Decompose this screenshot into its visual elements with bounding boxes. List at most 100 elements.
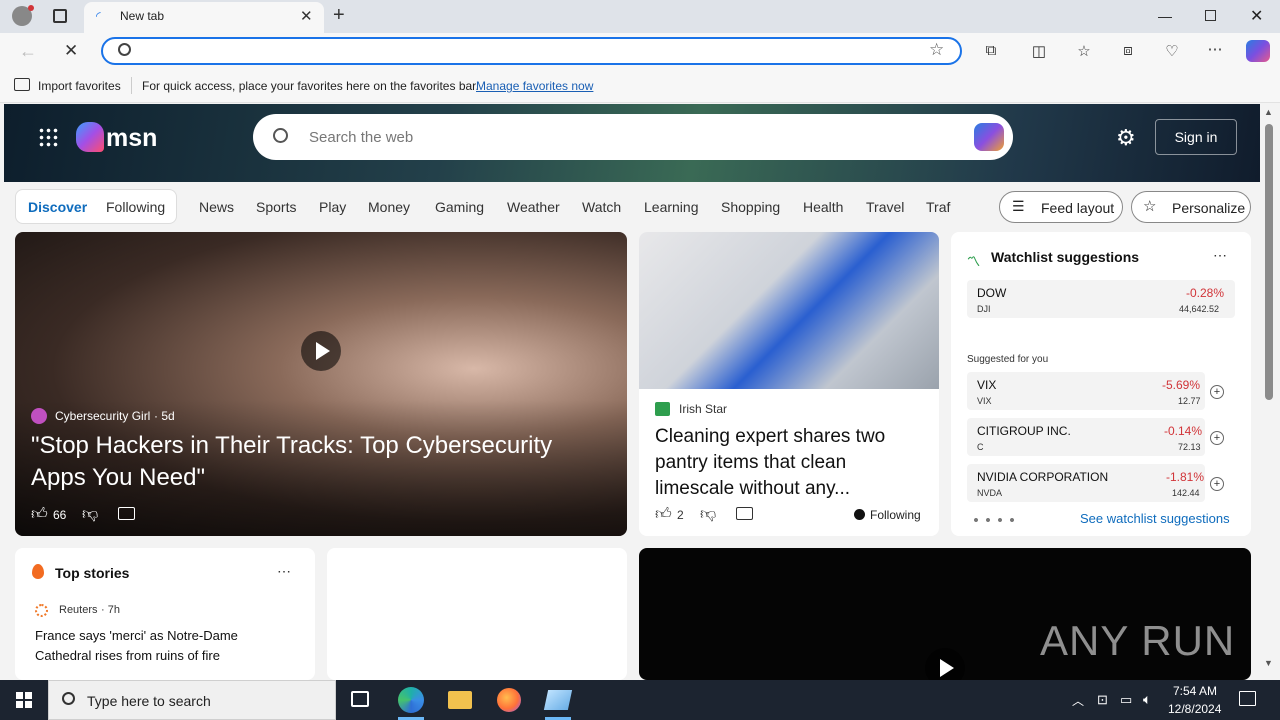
new-tab-icon[interactable]: +	[333, 4, 345, 27]
taskbar-search-input[interactable]: Type here to search	[87, 693, 211, 709]
apps-grid-icon[interactable]	[38, 127, 58, 147]
see-watchlist-link[interactable]: See watchlist suggestions	[1080, 511, 1230, 526]
nav-money[interactable]: Money	[368, 199, 410, 215]
nav-watch[interactable]: Watch	[582, 199, 621, 215]
stock-name: DOW	[977, 286, 1007, 300]
stock-change: -0.28%	[1186, 286, 1225, 300]
article-dislike-icon[interactable]: 👎︎	[700, 505, 716, 524]
hero-play-icon[interactable]	[301, 331, 341, 371]
following-check-icon	[854, 509, 865, 520]
favorite-star-icon[interactable]: ☆	[929, 40, 944, 60]
scroll-down-icon[interactable]: ▼	[1264, 658, 1273, 668]
stock-price: 142.44	[1172, 488, 1200, 498]
msn-logo-icon	[76, 122, 104, 152]
more-icon[interactable]: ⋯	[1205, 40, 1225, 58]
hero-source[interactable]: Cybersecurity Girl	[55, 409, 150, 423]
close-tab-icon[interactable]: ✕	[300, 7, 313, 25]
import-favorites-button[interactable]: Import favorites	[38, 79, 121, 93]
msn-logo-text[interactable]: msn	[106, 124, 157, 153]
carousel-dots[interactable]	[970, 517, 1016, 523]
nav-traffic[interactable]: Traf	[926, 199, 950, 215]
nav-learning[interactable]: Learning	[644, 199, 699, 215]
story-source[interactable]: Reuters	[59, 604, 98, 616]
settings-gear-icon[interactable]: ⚙	[1116, 125, 1136, 151]
story-headline[interactable]: France says 'merci' as Notre-Dame Cathed…	[35, 626, 297, 666]
hero-like-icon[interactable]: 👍︎	[31, 505, 48, 524]
windows-start-icon-h	[16, 699, 32, 701]
nav-play[interactable]: Play	[319, 199, 346, 215]
stock-change: -0.14%	[1164, 424, 1203, 438]
reuters-icon	[35, 604, 48, 617]
scroll-up-icon[interactable]: ▲	[1264, 107, 1273, 117]
nav-travel[interactable]: Travel	[866, 199, 904, 215]
irish-star-icon	[655, 402, 670, 416]
network-icon[interactable]: ▭	[1120, 692, 1132, 708]
tab-discover[interactable]: Discover	[28, 199, 87, 215]
hero-source-icon	[31, 408, 47, 424]
close-window-icon[interactable]: ✕	[1250, 6, 1263, 26]
personalize-label: Personalize	[1172, 200, 1246, 216]
extensions-icon[interactable]: ⧉	[981, 42, 1001, 60]
import-favorites-icon	[14, 78, 30, 91]
edge-tab-icon: ◜	[96, 9, 101, 23]
favorites-icon[interactable]: ☆	[1074, 42, 1094, 60]
nav-shopping[interactable]: Shopping	[721, 199, 780, 215]
feed-layout-label: Feed layout	[1041, 200, 1115, 216]
top-stories-more-icon[interactable]: ⋯	[277, 563, 291, 580]
split-screen-icon[interactable]: ◫	[1029, 42, 1049, 60]
notifications-icon[interactable]	[1239, 691, 1256, 706]
hero-dislike-icon[interactable]: 👎︎	[82, 505, 98, 524]
copilot-search-icon[interactable]	[974, 123, 1004, 151]
favorites-divider	[131, 77, 132, 94]
msn-search-input[interactable]: Search the web	[309, 129, 413, 146]
following-label[interactable]: Following	[870, 508, 921, 522]
stop-loading-icon[interactable]: ✕	[64, 41, 78, 61]
hero-comment-icon[interactable]	[118, 507, 135, 520]
add-stock-icon[interactable]: +	[1210, 477, 1224, 491]
stock-name: VIX	[977, 378, 997, 392]
restore-icon[interactable]	[1205, 10, 1216, 21]
fire-icon	[32, 564, 44, 579]
clock-time[interactable]: 7:54 AM	[1173, 684, 1217, 698]
add-stock-icon[interactable]: +	[1210, 385, 1224, 399]
tab-following[interactable]: Following	[106, 199, 165, 215]
clock-date[interactable]: 12/8/2024	[1168, 702, 1221, 716]
article-like-icon[interactable]: 👍︎	[655, 505, 672, 524]
stock-name: NVIDIA CORPORATION	[977, 470, 1109, 484]
sign-in-button[interactable]: Sign in	[1155, 119, 1237, 155]
firefox-icon[interactable]	[497, 688, 521, 712]
file-explorer-icon[interactable]	[448, 691, 472, 709]
volume-icon[interactable]: 🔈︎	[1143, 691, 1151, 708]
article-source[interactable]: Irish Star	[679, 402, 727, 416]
search-icon	[118, 43, 131, 56]
article-comment-icon[interactable]	[736, 507, 753, 520]
article-title[interactable]: Cleaning expert shares two pantry items …	[655, 424, 927, 502]
back-icon[interactable]: ←	[19, 41, 37, 62]
collections-icon[interactable]: ⧈	[1118, 42, 1138, 60]
copilot-icon[interactable]	[1246, 40, 1270, 62]
app-taskbar-icon[interactable]	[543, 690, 573, 710]
tab-title: New tab	[120, 9, 165, 23]
nav-news[interactable]: News	[199, 199, 234, 215]
nav-sports[interactable]: Sports	[256, 199, 296, 215]
performance-icon[interactable]: ♡	[1162, 42, 1182, 60]
edge-taskbar-icon[interactable]	[398, 687, 424, 713]
add-stock-icon[interactable]: +	[1210, 431, 1224, 445]
hero-title[interactable]: "Stop Hackers in Their Tracks: Top Cyber…	[31, 430, 611, 494]
top-stories-title[interactable]: Top stories	[55, 565, 129, 581]
task-view-icon[interactable]	[351, 691, 369, 707]
scrollbar-thumb[interactable]	[1265, 124, 1273, 400]
nav-health[interactable]: Health	[803, 199, 843, 215]
stock-symbol: C	[977, 442, 984, 452]
anyrun-watermark: ANY RUN	[1040, 617, 1236, 664]
manage-favorites-link[interactable]: Manage favorites now	[476, 79, 593, 93]
watchlist-more-icon[interactable]: ⋯	[1213, 247, 1227, 264]
tab-actions-icon[interactable]	[53, 9, 67, 23]
watchlist-title[interactable]: Watchlist suggestions	[991, 249, 1139, 265]
address-bar[interactable]	[101, 37, 962, 65]
tray-chevron-icon[interactable]: ︿	[1072, 692, 1084, 709]
tray-device-icon[interactable]: ⊡	[1097, 692, 1108, 708]
nav-weather[interactable]: Weather	[507, 199, 560, 215]
nav-gaming[interactable]: Gaming	[435, 199, 484, 215]
minimize-icon[interactable]: —	[1158, 8, 1172, 24]
